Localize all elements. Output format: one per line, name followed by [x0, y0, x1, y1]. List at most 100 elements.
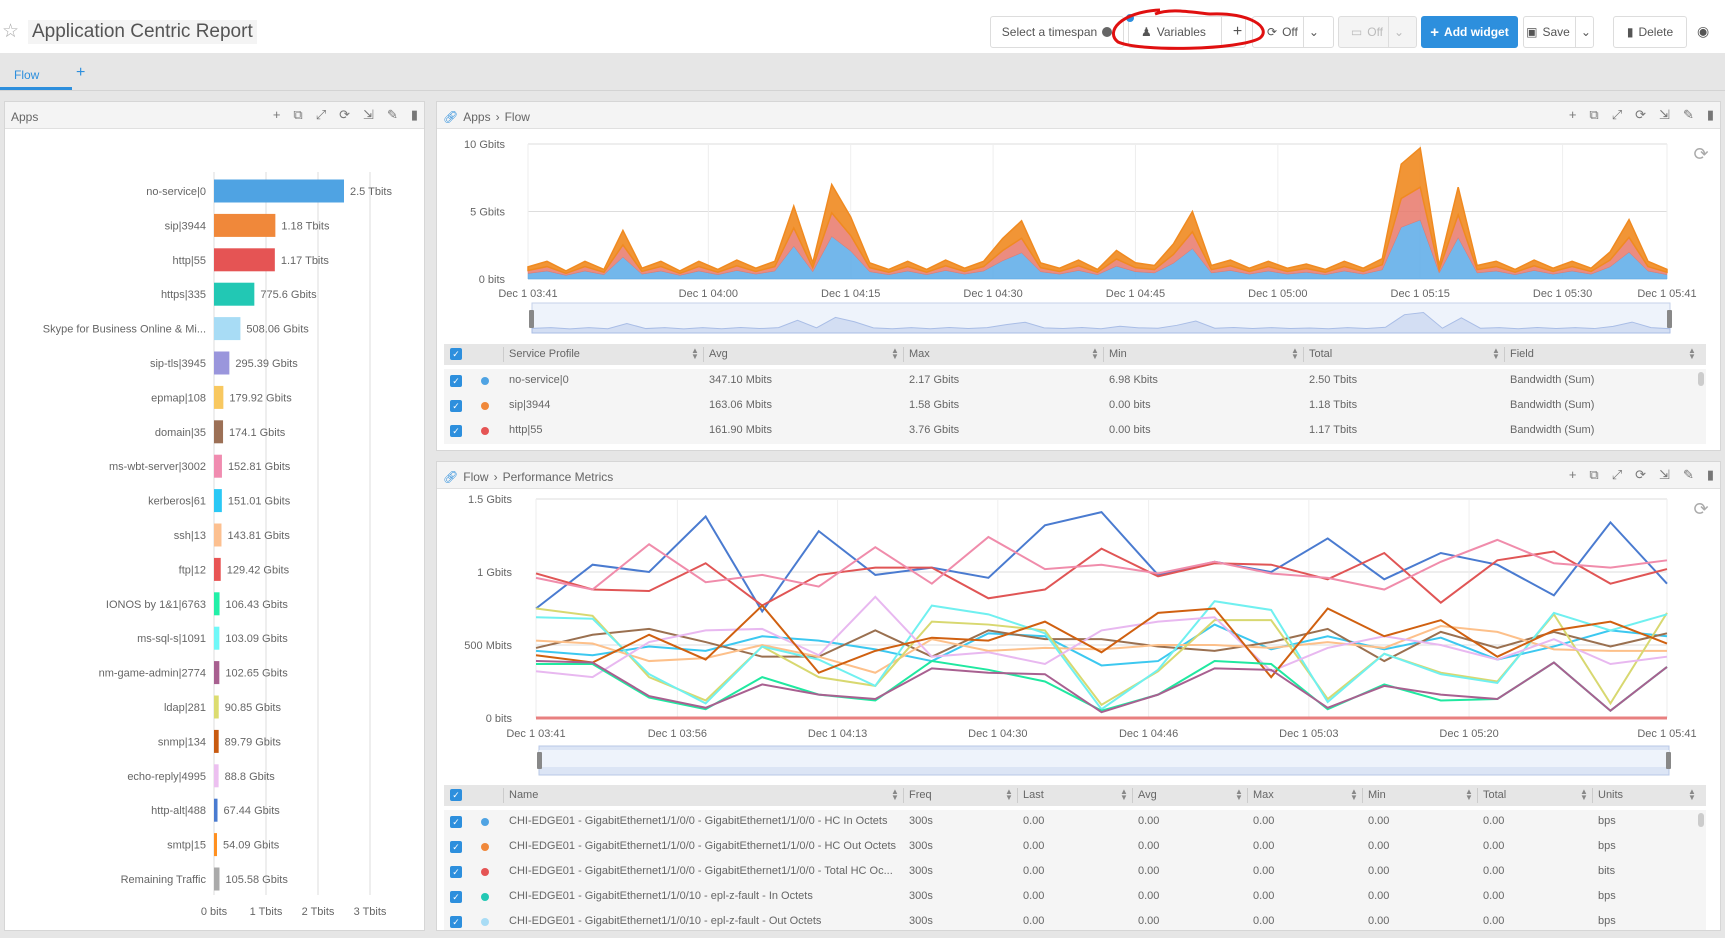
column-header[interactable]: Avg — [1138, 789, 1157, 801]
x-tick-label: 2 Tbits — [302, 906, 335, 918]
y-tick-label: 1.5 Gbits — [468, 494, 513, 506]
y-tick-label: 500 Mbits — [464, 640, 512, 652]
table-cell: 0.00 — [1023, 815, 1045, 827]
column-header[interactable]: Freq — [909, 789, 932, 801]
table-cell: 0.00 — [1253, 840, 1275, 852]
table-cell: 0.00 — [1138, 815, 1160, 827]
table-cell: 0.00 — [1138, 865, 1160, 877]
sort-icon[interactable]: ▲ ▼ — [1465, 788, 1473, 802]
x-tick-label: Dec 1 04:46 — [1119, 728, 1178, 740]
column-header[interactable]: Units — [1598, 789, 1623, 801]
line-series-0 — [535, 511, 1668, 614]
table-cell: 0.00 — [1023, 890, 1045, 902]
sort-icon[interactable]: ▲ ▼ — [1235, 788, 1243, 802]
series-color-dot — [481, 843, 489, 851]
series-color-dot — [481, 918, 489, 926]
performance-line-chart: 1.5 Gbits 1 Gbits 500 Mbits 0 bits Dec 1 03:… — [464, 494, 1709, 776]
bar-category-label: smtp|15 — [167, 840, 206, 852]
x-tick-label: 1 Tbits — [250, 906, 283, 918]
sort-icon[interactable]: ▲ ▼ — [1688, 788, 1696, 802]
performance-table: ✓ Name ▲ ▼ Freq ▲ ▼ Last ▲ ▼ Avg ▲ ▼ Max ▲ ▼ Min ▲ ▼ Total ▲… — [444, 785, 1706, 930]
y-tick-label: 0 bits — [486, 713, 513, 725]
table-row: ✓ CHI-EDGE01 - GigabitEthernet1/1/0/10 - … — [444, 885, 1706, 910]
table-cell: 0.00 — [1253, 890, 1275, 902]
table-row: ✓ CHI-EDGE01 - GigabitEthernet1/1/0/0 - G… — [444, 810, 1706, 835]
table-cell: bps — [1598, 815, 1616, 827]
x-tick-label: Dec 1 05:20 — [1439, 728, 1498, 740]
column-divider — [1477, 788, 1478, 803]
table-cell: 0.00 — [1138, 915, 1160, 927]
table-cell: 0.00 — [1368, 865, 1390, 877]
line-series-7 — [535, 600, 1668, 711]
series-color-dot — [481, 893, 489, 901]
table-scrollbar[interactable] — [1698, 813, 1704, 827]
table-cell: 0.00 — [1483, 890, 1505, 902]
x-tick-label: Dec 1 05:03 — [1279, 728, 1338, 740]
table-cell: 0.00 — [1138, 890, 1160, 902]
table-cell: CHI-EDGE01 - GigabitEthernet1/1/0/0 - Gi… — [509, 815, 888, 827]
x-tick-label: Dec 1 04:30 — [968, 728, 1027, 740]
bar — [214, 833, 217, 857]
sort-icon[interactable]: ▲ ▼ — [1005, 788, 1013, 802]
row-checkbox[interactable]: ✓ — [450, 816, 462, 828]
sort-icon[interactable]: ▲ ▼ — [1350, 788, 1358, 802]
x-tick-label: Dec 1 03:56 — [648, 728, 707, 740]
table-cell: 0.00 — [1368, 840, 1390, 852]
table-cell: 0.00 — [1483, 840, 1505, 852]
series-color-dot — [481, 868, 489, 876]
bar-value-label: 54.09 Gbits — [223, 840, 280, 852]
table-cell: bps — [1598, 890, 1616, 902]
row-checkbox[interactable]: ✓ — [450, 916, 462, 928]
table-cell: 0.00 — [1253, 915, 1275, 927]
column-divider — [1132, 788, 1133, 803]
column-header[interactable]: Min — [1368, 789, 1386, 801]
navigator-handle-left[interactable] — [537, 752, 542, 769]
x-tick-label: 3 Tbits — [354, 906, 387, 918]
sort-icon[interactable]: ▲ ▼ — [1120, 788, 1128, 802]
bar-category-label: http-alt|488 — [151, 805, 206, 817]
chart-refresh-icon: ⟳ — [1693, 499, 1708, 519]
column-header[interactable]: Last — [1023, 789, 1044, 801]
x-tick-label: 0 bits — [201, 906, 228, 918]
column-header[interactable]: Total — [1483, 789, 1506, 801]
column-divider — [903, 788, 904, 803]
table-cell: CHI-EDGE01 - GigabitEthernet1/1/0/0 - Gi… — [509, 840, 897, 852]
bar — [214, 867, 220, 891]
column-divider — [1592, 788, 1593, 803]
table-cell: CHI-EDGE01 - GigabitEthernet1/1/0/10 - e… — [509, 890, 813, 902]
table-cell: 0.00 — [1483, 815, 1505, 827]
table-cell: bits — [1598, 865, 1616, 877]
select-all-checkbox[interactable]: ✓ — [450, 789, 462, 801]
column-header[interactable]: Name — [509, 789, 538, 801]
table-cell: 0.00 — [1138, 840, 1160, 852]
table-cell: 300s — [909, 815, 933, 827]
table-cell: bps — [1598, 840, 1616, 852]
bar — [214, 798, 218, 822]
table-cell: 0.00 — [1253, 865, 1275, 877]
table-cell: 0.00 — [1368, 915, 1390, 927]
sort-icon[interactable]: ▲ ▼ — [1580, 788, 1588, 802]
sort-icon[interactable]: ▲ ▼ — [891, 788, 899, 802]
column-divider — [1247, 788, 1248, 803]
table-cell: 0.00 — [1483, 915, 1505, 927]
table-cell: 300s — [909, 890, 933, 902]
column-header[interactable]: Max — [1253, 789, 1274, 801]
bar-value-label: 67.44 Gbits — [224, 805, 281, 817]
table-cell: CHI-EDGE01 - GigabitEthernet1/1/0/10 - e… — [509, 915, 822, 927]
table-cell: 0.00 — [1253, 815, 1275, 827]
bar-category-label: Remaining Traffic — [121, 874, 207, 886]
table-cell: 0.00 — [1023, 865, 1045, 877]
row-checkbox[interactable]: ✓ — [450, 891, 462, 903]
line-series-1 — [535, 547, 1668, 607]
row-checkbox[interactable]: ✓ — [450, 866, 462, 878]
row-checkbox[interactable]: ✓ — [450, 841, 462, 853]
table-row: ✓ CHI-EDGE01 - GigabitEthernet1/1/0/10 - … — [444, 910, 1706, 930]
table-cell: 0.00 — [1023, 840, 1045, 852]
table-cell: CHI-EDGE01 - GigabitEthernet1/1/0/0 - Gi… — [509, 865, 893, 877]
table-cell: 0.00 — [1368, 890, 1390, 902]
column-divider — [1362, 788, 1363, 803]
table-cell: 0.00 — [1368, 815, 1390, 827]
series-color-dot — [481, 818, 489, 826]
navigator-handle-right[interactable] — [1666, 752, 1671, 769]
table-cell: 0.00 — [1023, 915, 1045, 927]
